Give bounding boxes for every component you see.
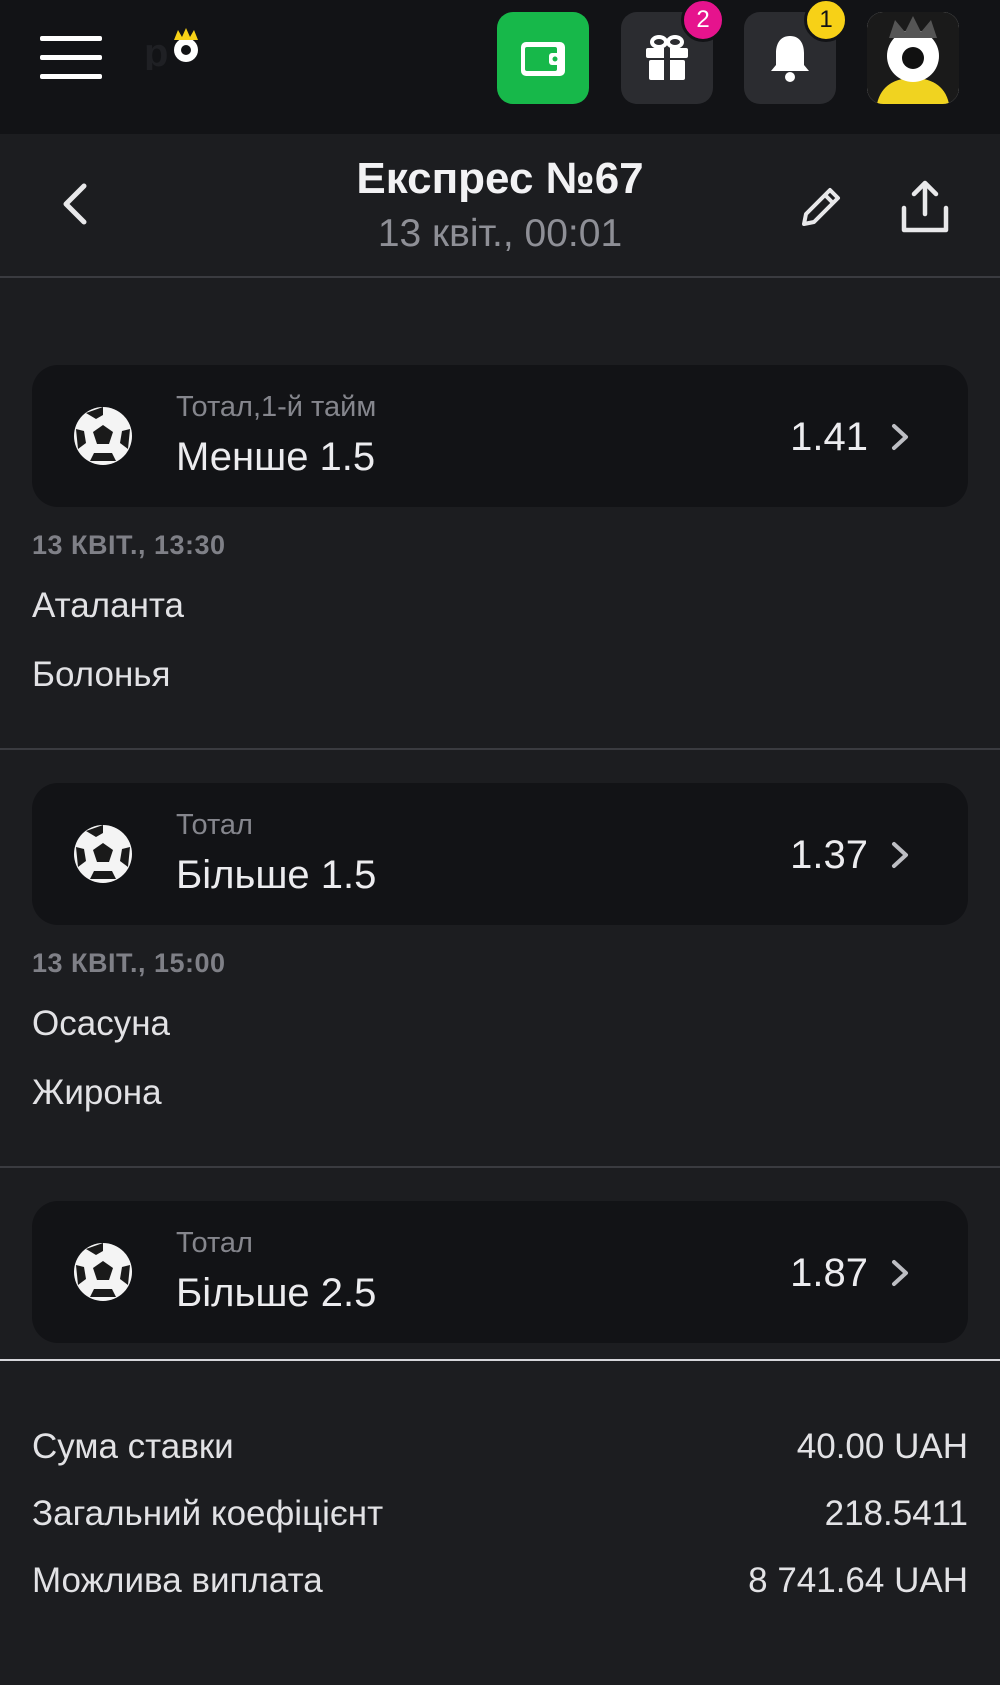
divider [0,748,1000,750]
soccer-ball-icon [74,1243,132,1301]
gift-button[interactable]: 2 [621,0,725,104]
summary-divider [0,1359,1000,1361]
gift-icon [646,35,688,80]
chevron-right-icon [892,1260,908,1286]
stake-row: Сума ставки 40.00 UAH [32,1427,968,1477]
payout-value: 8 741.64 UAH [748,1561,968,1600]
share-icon[interactable] [896,178,954,236]
stake-value: 40.00 UAH [796,1427,968,1466]
payout-row: Можлива виплата 8 741.64 UAH [32,1561,968,1611]
chevron-right-icon [892,424,908,450]
team-home: Аталанта [32,586,184,625]
event-date: 13 КВІТ., 15:00 [32,948,226,978]
notifications-badge: 1 [804,0,848,42]
edit-icon[interactable] [796,182,846,232]
svg-text:p: p [144,31,168,70]
stake-label: Сума ставки [32,1427,234,1466]
wallet-icon [521,42,565,76]
team-home: Осасуна [32,1004,170,1043]
selection-name: Більше 2.5 [176,1271,377,1315]
odds-value: 1.87 [790,1251,868,1295]
page-title: Експрес №67 [356,154,644,203]
total-odds-label: Загальний коефіцієнт [32,1494,384,1533]
odds-value: 1.37 [790,833,868,877]
bet-card[interactable]: Тотал Більше 2.5 1.87 [32,1201,968,1343]
gift-badge: 2 [681,0,725,42]
odds-value: 1.41 [790,415,868,459]
logo[interactable]: p [144,26,206,70]
market-name: Тотал [176,1227,253,1259]
chevron-right-icon [892,842,908,868]
menu-icon[interactable] [40,36,102,80]
selection-name: Менше 1.5 [176,435,376,479]
avatar[interactable] [867,12,959,104]
market-name: Тотал,1-й тайм [176,391,377,423]
top-bar: p 2 1 [0,0,1000,134]
total-odds-value: 218.5411 [824,1494,968,1533]
team-away: Болонья [32,655,171,694]
selection-name: Більше 1.5 [176,853,377,897]
divider [0,1166,1000,1168]
event-date: 13 КВІТ., 13:30 [32,530,226,560]
bet-timestamp: 13 квіт., 00:01 [377,212,623,255]
soccer-ball-icon [74,407,132,465]
team-away: Жирона [32,1073,162,1112]
bet-header: Експрес №67 13 квіт., 00:01 [0,134,1000,278]
bet-card[interactable]: Тотал,1-й тайм Менше 1.5 1.41 [32,365,968,507]
bet-card[interactable]: Тотал Більше 1.5 1.37 [32,783,968,925]
notifications-button[interactable]: 1 [744,0,848,104]
market-name: Тотал [176,809,253,841]
wallet-button[interactable] [497,12,589,104]
bell-icon [771,36,809,82]
soccer-ball-icon [74,825,132,883]
payout-label: Можлива виплата [32,1561,323,1600]
avatar-icon [867,12,959,104]
total-odds-row: Загальний коефіцієнт 218.5411 [32,1494,968,1544]
